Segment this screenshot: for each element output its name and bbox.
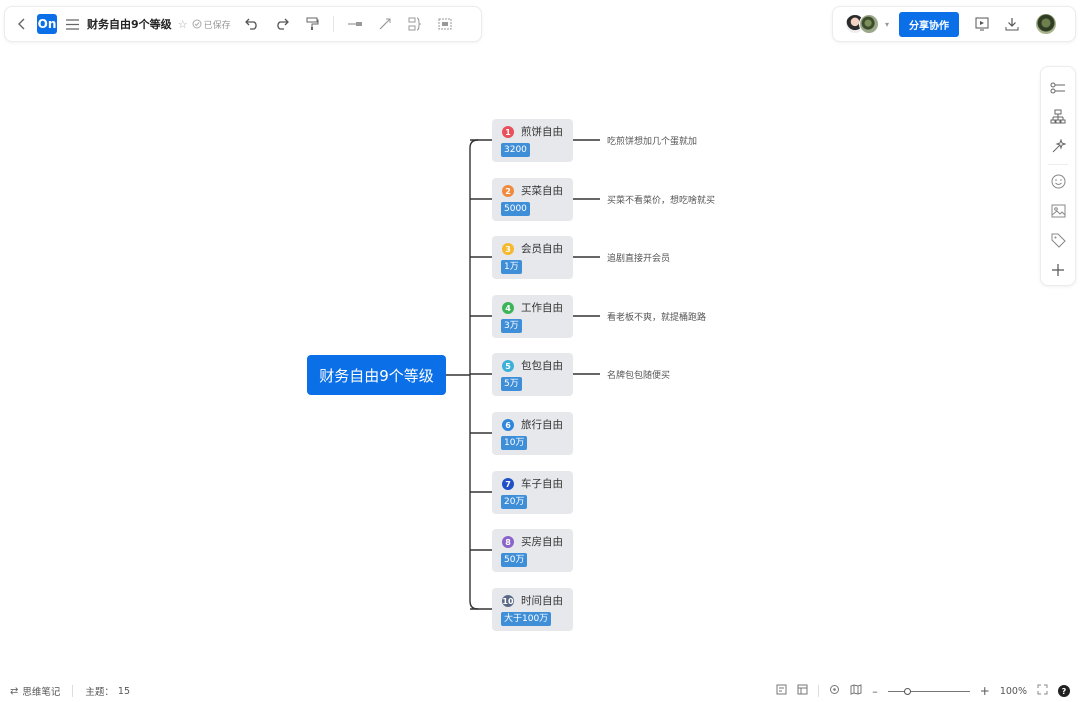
topic-label: 会员自由: [521, 243, 563, 255]
zoom-in-icon[interactable]: +: [980, 684, 990, 698]
zoom-slider[interactable]: [887, 687, 970, 695]
insert-relation-button[interactable]: [370, 11, 400, 37]
collaborator-avatars[interactable]: [845, 14, 879, 34]
format-painter-icon: [306, 17, 319, 30]
saved-check-icon: [192, 19, 202, 29]
app-logo[interactable]: On: [37, 14, 57, 34]
top-toolbar: On 财务自由9个等级 ☆ 已保存: [4, 6, 482, 42]
toolbar-divider: [332, 16, 334, 32]
topic-number-badge: 4: [502, 302, 514, 314]
topic-node[interactable]: 7 车子自由 20万: [492, 471, 573, 514]
topic-number-badge: 10: [502, 595, 514, 607]
topic-amount-tag[interactable]: 1万: [501, 260, 522, 274]
mindmap-canvas[interactable]: 财务自由9个等级 1 煎饼自由 3200 吃煎饼想加几个蛋就加 2 买菜自由 5000 买菜不…: [0, 50, 1080, 680]
mode-label[interactable]: 思维笔记: [22, 684, 60, 698]
subtopic-icon: [347, 22, 362, 26]
topic-label: 旅行自由: [521, 419, 563, 431]
avatar: [859, 14, 879, 34]
topic-amount-tag[interactable]: 大于100万: [501, 612, 552, 626]
topic-amount-tag[interactable]: 50万: [501, 553, 528, 567]
topic-amount-tag[interactable]: 20万: [501, 495, 528, 509]
topics-label: 主题：: [85, 687, 114, 698]
locate-icon[interactable]: [829, 684, 840, 698]
topic-node[interactable]: 1 煎饼自由 3200: [492, 119, 573, 162]
back-icon[interactable]: [13, 14, 31, 34]
footer-divider: [818, 685, 820, 697]
chevron-down-icon[interactable]: ▾: [885, 20, 889, 29]
topic-number-badge: 8: [502, 536, 514, 548]
topic-number-badge: 7: [502, 478, 514, 490]
status-bar: ⇄ 思维笔记 主题： 15 – + 100% ?: [0, 680, 1080, 702]
present-button[interactable]: [967, 11, 997, 37]
topic-node[interactable]: 8 买房自由 50万: [492, 529, 573, 572]
boundary-icon: [438, 18, 452, 30]
topic-label: 车子自由: [521, 478, 563, 490]
layout-icon[interactable]: [797, 684, 808, 698]
insert-summary-button[interactable]: [400, 11, 430, 37]
download-button[interactable]: [997, 11, 1027, 37]
fullscreen-icon[interactable]: [1037, 684, 1048, 698]
topic-label: 包包自由: [521, 360, 563, 372]
topic-number-badge: 5: [502, 360, 514, 372]
menu-icon[interactable]: [63, 14, 81, 34]
redo-button[interactable]: [267, 11, 297, 37]
topic-node[interactable]: 10 时间自由大于100万: [492, 588, 573, 631]
topic-note[interactable]: 看老板不爽，就提桶跑路: [607, 310, 706, 323]
topic-amount-tag[interactable]: 3200: [501, 143, 530, 157]
undo-button[interactable]: [237, 11, 267, 37]
user-avatar[interactable]: [1035, 13, 1058, 35]
summary-icon: [408, 17, 421, 31]
star-icon[interactable]: ☆: [176, 18, 190, 31]
topic-label: 买菜自由: [521, 185, 563, 197]
saved-label: 已保存: [203, 20, 231, 31]
topic-label: 时间自由: [521, 595, 563, 607]
redo-icon: [276, 18, 289, 30]
topic-label: 买房自由: [521, 536, 563, 548]
topic-number-badge: 6: [502, 419, 514, 431]
share-button[interactable]: 分享协作: [899, 11, 960, 37]
topic-note[interactable]: 追剧直接开会员: [607, 251, 670, 264]
map-icon[interactable]: [850, 684, 862, 698]
topics-count: 15: [117, 685, 131, 697]
topic-node[interactable]: 6 旅行自由 10万: [492, 412, 573, 455]
topic-node[interactable]: 2 买菜自由 5000: [492, 178, 573, 221]
root-topic[interactable]: 财务自由9个等级: [307, 355, 446, 395]
topic-label: 工作自由: [521, 302, 563, 314]
topic-amount-tag[interactable]: 5万: [501, 377, 522, 391]
insert-subtopic-button[interactable]: [340, 11, 370, 37]
topic-number-badge: 2: [502, 185, 514, 197]
zoom-slider-handle[interactable]: [903, 687, 911, 695]
insert-boundary-button[interactable]: [430, 11, 460, 37]
topic-note[interactable]: 买菜不看菜价，想吃啥就买: [607, 193, 715, 206]
download-icon: [1005, 18, 1019, 31]
undo-icon: [244, 18, 257, 30]
present-icon: [975, 17, 989, 31]
topic-label: 煎饼自由: [521, 126, 563, 138]
topic-amount-tag[interactable]: 5000: [501, 202, 530, 216]
topic-note[interactable]: 名牌包包随便买: [607, 368, 670, 381]
help-icon[interactable]: ?: [1058, 685, 1070, 697]
zoom-level[interactable]: 100%: [1000, 686, 1027, 697]
topic-node[interactable]: 4 工作自由 3万: [492, 295, 573, 338]
footer-divider: [72, 685, 74, 697]
relation-arrow-icon: [379, 18, 391, 30]
top-right-toolbar: ▾ 分享协作: [832, 6, 1076, 42]
topic-number-badge: 1: [502, 126, 514, 138]
outline-icon[interactable]: [776, 684, 787, 698]
topic-amount-tag[interactable]: 3万: [501, 319, 522, 333]
format-painter-button[interactable]: [297, 11, 327, 37]
topic-note[interactable]: 吃煎饼想加几个蛋就加: [607, 134, 697, 147]
document-title[interactable]: 财务自由9个等级: [87, 16, 172, 32]
topic-number-badge: 3: [502, 243, 514, 255]
mode-switch-icon[interactable]: ⇄: [10, 686, 18, 697]
save-status: 已保存: [192, 18, 231, 31]
topic-node[interactable]: 5 包包自由 5万: [492, 353, 573, 396]
topic-node[interactable]: 3 会员自由 1万: [492, 236, 573, 279]
topic-amount-tag[interactable]: 10万: [501, 436, 528, 450]
zoom-out-icon[interactable]: –: [872, 685, 878, 698]
